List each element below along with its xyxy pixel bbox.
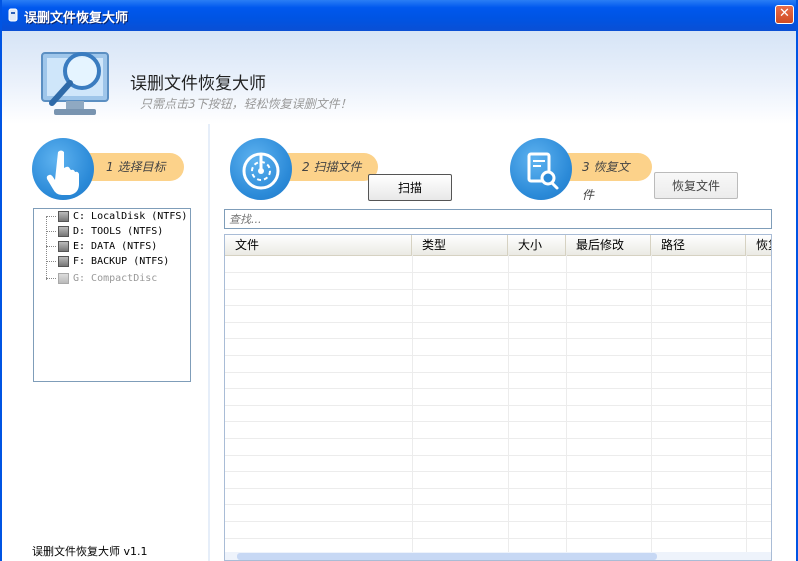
step-scan: 2 扫描文件 (230, 138, 380, 202)
drive-label: D: TOOLS (NTFS) (73, 226, 164, 237)
column-header-file[interactable]: 文件 (225, 235, 412, 255)
horizontal-scrollbar[interactable] (225, 552, 771, 560)
column-header-size[interactable]: 大小 (508, 235, 566, 255)
column-divider (412, 255, 413, 555)
file-table[interactable]: 文件 类型 大小 最后修改 路径 恢复 (224, 234, 772, 561)
app-icon (8, 8, 18, 22)
step-scan-circle (230, 138, 292, 200)
table-row (225, 421, 771, 423)
table-row (225, 371, 771, 373)
left-panel: 1 选择目标 C: LocalDisk (NTFS) D: TOOLS (NTF… (18, 124, 208, 561)
app-title: 误删文件恢复大师 (130, 74, 266, 94)
column-divider (746, 255, 747, 555)
drive-item[interactable]: C: LocalDisk (NTFS) (46, 209, 187, 224)
drive-item[interactable]: D: TOOLS (NTFS) (46, 224, 163, 239)
step-recover: 3 恢复文件 (510, 138, 660, 202)
slogan: 只需点击3下按钮，轻松恢复误删文件！ (140, 97, 352, 111)
table-row (225, 471, 771, 473)
drive-icon (58, 210, 69, 222)
title-bar[interactable]: 误删文件恢复大师 ✕ (2, 0, 796, 31)
drive-item[interactable]: F: BACKUP (NTFS) (46, 254, 169, 269)
step-select-circle (32, 138, 94, 200)
table-row (225, 288, 771, 290)
table-row (225, 504, 771, 506)
app-window: 误删文件恢复大师 ✕ 误删文件恢复大师 只需点击3下按钮，轻松恢复误删文件！ 1… (0, 0, 798, 561)
monitor-magnifier-logo (41, 52, 109, 115)
drive-label: E: DATA (NTFS) (73, 241, 158, 252)
search-input[interactable] (224, 209, 772, 229)
table-row (225, 537, 771, 539)
drive-item[interactable]: E: DATA (NTFS) (46, 239, 157, 254)
drive-label: G: CompactDisc (73, 273, 158, 284)
header-banner: 误删文件恢复大师 只需点击3下按钮，轻松恢复误删文件！ (2, 31, 796, 124)
table-row (225, 454, 771, 456)
column-header-recover[interactable]: 恢复 (746, 235, 771, 255)
table-row (225, 272, 771, 273)
drive-icon (58, 225, 69, 237)
version-label: 误删文件恢复大师 v1.1 (32, 545, 148, 558)
table-header: 文件 类型 大小 最后修改 路径 恢复 (225, 235, 771, 256)
drive-tree[interactable]: C: LocalDisk (NTFS) D: TOOLS (NTFS) E: D… (33, 208, 191, 382)
table-row (225, 321, 771, 323)
hand-pointer-icon (46, 150, 79, 195)
column-divider (508, 255, 509, 555)
close-button[interactable]: ✕ (775, 5, 794, 24)
drive-item-disabled[interactable]: G: CompactDisc (46, 271, 157, 286)
drive-label: F: BACKUP (NTFS) (73, 256, 170, 267)
column-header-path[interactable]: 路径 (651, 235, 746, 255)
recover-button[interactable]: 恢复文件 (654, 172, 738, 199)
column-header-modified[interactable]: 最后修改 (566, 235, 651, 255)
table-row (225, 338, 771, 340)
window-title: 误删文件恢复大师 (24, 11, 129, 26)
radar-scan-icon (242, 152, 280, 190)
table-row (225, 438, 771, 439)
scrollbar-thumb[interactable] (237, 553, 657, 560)
column-divider (651, 255, 652, 555)
step-select-target: 1 选择目标 (32, 138, 184, 202)
column-divider (566, 255, 567, 555)
drive-icon (58, 255, 69, 267)
table-row (225, 305, 771, 307)
step-recover-circle (510, 138, 572, 200)
right-panel: 2 扫描文件 扫描 3 恢复文件 恢复文件 查找... 文件 类型 大小 最后修… (210, 124, 796, 561)
drive-label: C: LocalDisk (NTFS) (73, 211, 188, 222)
table-row (225, 355, 771, 356)
table-row (225, 388, 771, 390)
table-row (225, 404, 771, 406)
scan-button[interactable]: 扫描 (368, 174, 452, 201)
table-row (225, 487, 771, 489)
cd-drive-icon (58, 272, 69, 284)
close-icon: ✕ (779, 6, 790, 21)
document-search-icon (527, 152, 559, 190)
column-header-type[interactable]: 类型 (412, 235, 508, 255)
table-row (225, 521, 771, 522)
drive-icon (58, 240, 69, 252)
